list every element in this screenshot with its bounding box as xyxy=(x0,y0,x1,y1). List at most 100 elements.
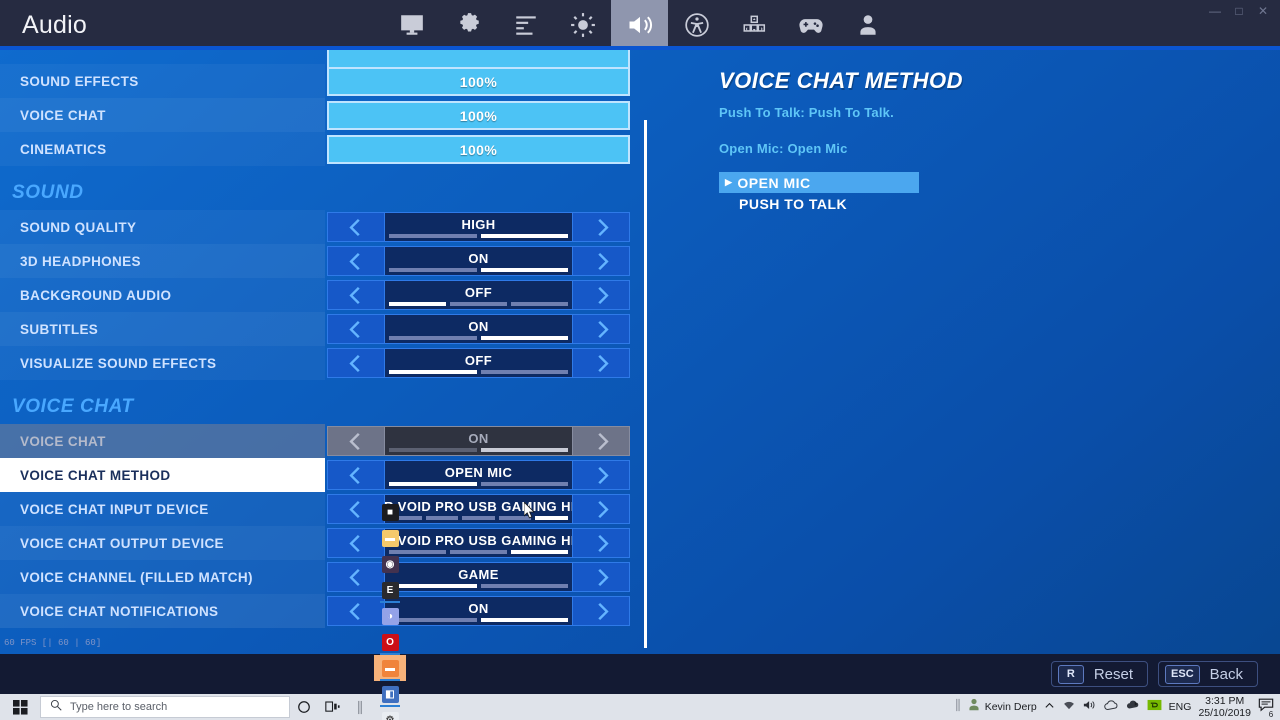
search-input[interactable]: Type here to search xyxy=(40,696,290,718)
setting-row[interactable]: VOICE CHAT METHOD OPEN MIC xyxy=(0,458,650,492)
prev-value-button[interactable] xyxy=(327,246,385,276)
language-indicator[interactable]: ENG xyxy=(1169,701,1192,713)
tab-audio[interactable] xyxy=(611,0,668,50)
tab-video[interactable] xyxy=(383,0,440,50)
next-value-button[interactable] xyxy=(572,494,630,524)
setting-row-label: SOUND QUALITY xyxy=(0,210,325,244)
onedrive-icon[interactable] xyxy=(1126,698,1140,716)
epic-games-icon[interactable]: E xyxy=(374,577,406,603)
back-button[interactable]: ESC Back xyxy=(1158,661,1258,687)
setting-row[interactable]: VOICE CHAT INPUT DEVICE CORSAIR VOID PRO … xyxy=(0,492,650,526)
setting-row: VOICE CHAT ON xyxy=(0,424,650,458)
volume-slider[interactable]: 100% xyxy=(327,101,630,130)
tab-input[interactable] xyxy=(497,0,554,50)
close-button[interactable]: ✕ xyxy=(1252,2,1274,20)
setting-value: CORSAIR VOID PRO USB GAMING HEADSET xyxy=(385,498,572,514)
minimize-button[interactable]: — xyxy=(1204,2,1226,20)
settings-icon[interactable]: ⚙ xyxy=(374,707,406,720)
opera-icon[interactable]: O xyxy=(374,629,406,655)
segment-indicator xyxy=(480,234,568,238)
setting-row[interactable]: VOICE CHAT NOTIFICATIONS ON xyxy=(0,594,650,628)
next-value-button[interactable] xyxy=(572,314,630,344)
prev-value-button[interactable] xyxy=(327,348,385,378)
segment-indicator xyxy=(511,302,568,306)
explorer-icon[interactable]: ▬ xyxy=(374,525,406,551)
volume-row[interactable]: VOICE CHAT 100% xyxy=(0,98,650,132)
prev-value-button[interactable] xyxy=(327,280,385,310)
setting-stepper: OFF xyxy=(327,348,630,378)
books-icon[interactable]: ▬ xyxy=(374,655,406,681)
volume-row[interactable]: SOUND EFFECTS 100% xyxy=(0,64,650,98)
user-account[interactable]: Kevin Derp xyxy=(968,698,1037,716)
chevron-up-icon[interactable] xyxy=(1044,698,1055,716)
clock-date: 25/10/2019 xyxy=(1198,707,1251,719)
app-blue-icon[interactable]: ◧ xyxy=(374,681,406,707)
tab-game[interactable] xyxy=(440,0,497,50)
setting-stepper: GAME xyxy=(327,562,630,592)
volume-icon[interactable] xyxy=(1083,698,1097,716)
setting-value-box: GAME xyxy=(385,562,572,592)
prev-value-button[interactable] xyxy=(327,314,385,344)
volume-row[interactable]: CINEMATICS 100% xyxy=(0,132,650,166)
volume-slider[interactable]: 100% xyxy=(327,135,630,164)
setting-row[interactable]: BACKGROUND AUDIO OFF xyxy=(0,278,650,312)
detail-option-label: PUSH TO TALK xyxy=(739,195,848,212)
system-tray: Kevin Derp ENG 3:31 PM 25/10/2019 6 xyxy=(955,695,1280,719)
settings-row-partial xyxy=(0,50,650,73)
setting-value: ON xyxy=(468,250,489,266)
detail-option[interactable]: PUSH TO TALK xyxy=(719,193,919,214)
detail-option-list: ▶ OPEN MIC PUSH TO TALK xyxy=(719,172,919,214)
settings-list[interactable]: SOUND EFFECTS 100% VOICE CHAT 100% CINEMATIC… xyxy=(0,50,650,650)
setting-stepper: ON xyxy=(327,596,630,626)
setting-value-box: ON xyxy=(385,246,572,276)
next-value-button[interactable] xyxy=(572,280,630,310)
tab-brightness[interactable] xyxy=(554,0,611,50)
store-icon[interactable]: ■ xyxy=(374,499,406,525)
tab-account[interactable] xyxy=(839,0,896,50)
prev-value-button[interactable] xyxy=(327,212,385,242)
setting-row[interactable]: VISUALIZE SOUND EFFECTS OFF xyxy=(0,346,650,380)
wifi-icon[interactable] xyxy=(1062,698,1076,716)
task-view-icon[interactable] xyxy=(318,694,346,720)
next-value-button[interactable] xyxy=(572,562,630,592)
nvidia-icon[interactable] xyxy=(1147,698,1162,716)
setting-row[interactable]: VOICE CHAT OUTPUT DEVICE CORSAIR VOID PRO… xyxy=(0,526,650,560)
next-value-button[interactable] xyxy=(572,212,630,242)
segment-indicator xyxy=(425,516,459,520)
next-value-button[interactable] xyxy=(572,460,630,490)
clock[interactable]: 3:31 PM 25/10/2019 xyxy=(1198,695,1251,719)
setting-row[interactable]: VOICE CHANNEL (FILLED MATCH) GAME xyxy=(0,560,650,594)
tab-accessibility[interactable] xyxy=(668,0,725,50)
maximize-button[interactable]: □ xyxy=(1228,2,1250,20)
setting-row[interactable]: SUBTITLES ON xyxy=(0,312,650,346)
reset-button[interactable]: R Reset xyxy=(1050,661,1149,687)
start-button[interactable] xyxy=(0,694,40,720)
settings-header: Audio — □ ✕ xyxy=(0,0,1280,50)
segment-track xyxy=(389,482,568,486)
next-value-button[interactable] xyxy=(572,596,630,626)
setting-row[interactable]: SOUND QUALITY HIGH xyxy=(0,210,650,244)
next-value-button[interactable] xyxy=(572,528,630,558)
next-value-button[interactable] xyxy=(572,348,630,378)
setting-row[interactable]: 3D HEADPHONES ON xyxy=(0,244,650,278)
detail-option[interactable]: ▶ OPEN MIC xyxy=(719,172,919,193)
notifications-button[interactable]: 6 xyxy=(1258,697,1276,719)
obsidian-icon[interactable]: ◉ xyxy=(374,551,406,577)
tab-keybinds[interactable] xyxy=(725,0,782,50)
action-bar: R Reset ESC Back xyxy=(0,654,1280,694)
cloud-icon[interactable] xyxy=(1103,698,1119,716)
setting-stepper: OPEN MIC xyxy=(327,460,630,490)
discord-icon[interactable]: ◑ xyxy=(374,603,406,629)
settings-scrollbar[interactable] xyxy=(644,120,647,648)
volume-slider[interactable]: 100% xyxy=(327,67,630,96)
segment-indicator xyxy=(480,618,568,622)
segment-track xyxy=(389,370,568,374)
mouse-cursor xyxy=(523,501,536,520)
next-value-button[interactable] xyxy=(572,246,630,276)
cortana-icon[interactable] xyxy=(290,694,318,720)
setting-row-label: 3D HEADPHONES xyxy=(0,244,325,278)
setting-value-box: CORSAIR VOID PRO USB GAMING HEADSET xyxy=(385,528,572,558)
tab-controller[interactable] xyxy=(782,0,839,50)
prev-value-button[interactable] xyxy=(327,460,385,490)
